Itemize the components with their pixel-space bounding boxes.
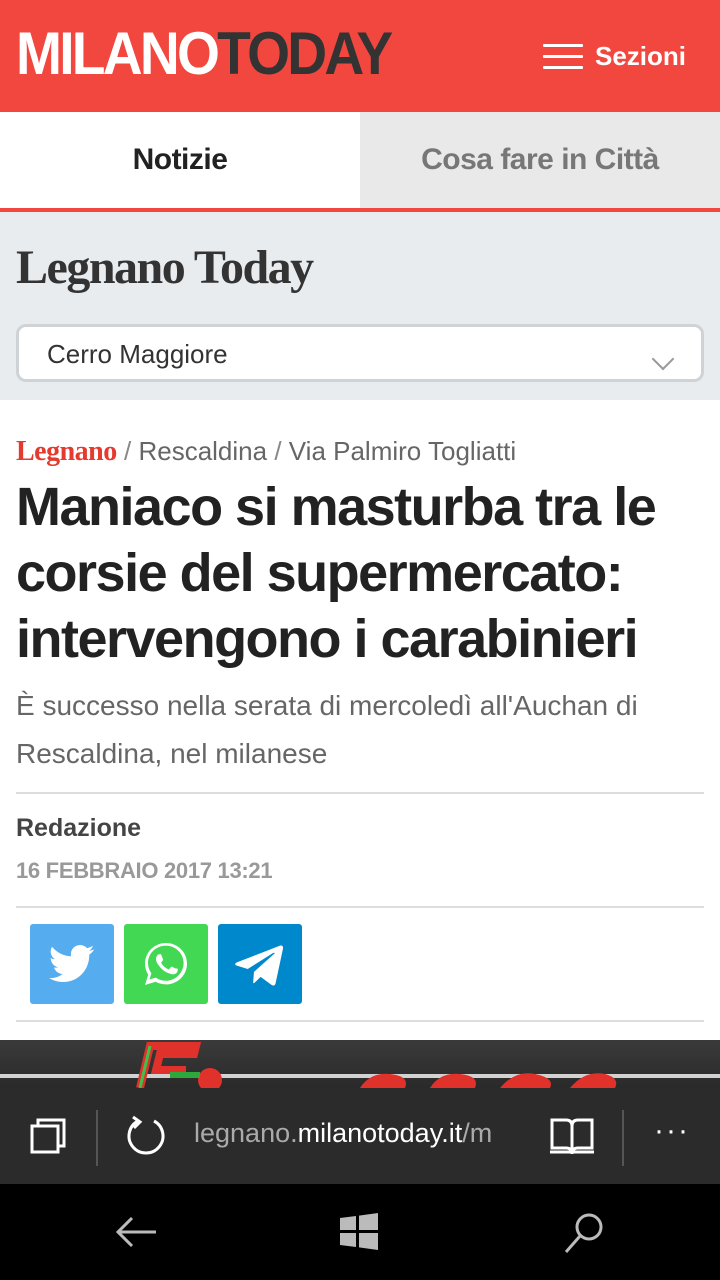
- share-whatsapp-button[interactable]: [124, 924, 208, 1004]
- town-select-value: Cerro Maggiore: [47, 339, 228, 369]
- tabs-icon[interactable]: [28, 1116, 68, 1156]
- breadcrumb-item[interactable]: Rescaldina: [138, 436, 267, 466]
- windows-logo-icon[interactable]: [338, 1212, 380, 1252]
- site-header: MILANOTODAY Sezioni: [0, 0, 720, 112]
- logo-part-milano: MILANO: [16, 20, 220, 87]
- back-arrow-icon[interactable]: [112, 1212, 160, 1252]
- breadcrumb-separator: /: [274, 436, 282, 466]
- url-suffix: /m: [462, 1118, 493, 1148]
- article-headline: Maniaco si masturba tra le corsie del su…: [16, 477, 657, 669]
- chevron-down-icon: [651, 347, 675, 371]
- article-image-content: [136, 1042, 617, 1088]
- breadcrumb-separator: /: [123, 436, 132, 466]
- system-navigation-bar: [0, 1184, 720, 1280]
- whatsapp-icon: [145, 943, 187, 985]
- sections-menu-button[interactable]: Sezioni: [542, 38, 686, 74]
- twitter-icon: [49, 945, 95, 983]
- site-logo[interactable]: MILANOTODAY: [16, 20, 393, 87]
- toolbar-divider: [622, 1110, 624, 1166]
- article-summary: È successo nella serata di mercoledì all…: [16, 690, 638, 769]
- share-twitter-button[interactable]: [30, 924, 114, 1004]
- breadcrumb-item[interactable]: Via Palmiro Togliatti: [289, 436, 516, 466]
- search-icon[interactable]: [562, 1210, 608, 1256]
- article-author[interactable]: Redazione: [16, 814, 141, 843]
- share-telegram-button[interactable]: [218, 924, 302, 1004]
- url-host: milanotoday.it: [297, 1118, 463, 1148]
- hamburger-icon: [542, 42, 583, 70]
- divider: [16, 906, 704, 908]
- divider: [16, 792, 704, 794]
- refresh-icon[interactable]: [124, 1114, 168, 1158]
- address-bar[interactable]: legnano.milanotoday.it/m: [194, 1118, 526, 1149]
- local-edition-title[interactable]: Legnano Today: [16, 240, 314, 295]
- main-tabs: Notizie Cosa fare in Città: [0, 112, 720, 212]
- tab-notizie[interactable]: Notizie: [0, 112, 360, 208]
- breadcrumb-main[interactable]: Legnano: [16, 436, 117, 467]
- tab-cosa-fare[interactable]: Cosa fare in Città: [360, 112, 720, 208]
- reading-view-icon[interactable]: [548, 1116, 596, 1158]
- article-date: 16 FEBBRAIO 2017 13:21: [16, 858, 273, 883]
- browser-toolbar: legnano.milanotoday.it/m ···: [0, 1088, 720, 1184]
- divider: [16, 1020, 704, 1022]
- more-options-button[interactable]: ···: [654, 1114, 690, 1148]
- toolbar-divider: [96, 1110, 98, 1166]
- local-edition-panel: Legnano Today Cerro Maggiore: [0, 212, 720, 400]
- sections-menu-label: Sezioni: [594, 40, 686, 71]
- telegram-icon: [235, 945, 284, 986]
- breadcrumb: Legnano / Rescaldina / Via Palmiro Togli…: [16, 436, 516, 468]
- url-prefix: legnano.: [194, 1118, 298, 1148]
- town-select[interactable]: Cerro Maggiore: [16, 324, 704, 382]
- logo-part-today: TODAY: [217, 20, 393, 87]
- article-image[interactable]: [0, 1040, 720, 1088]
